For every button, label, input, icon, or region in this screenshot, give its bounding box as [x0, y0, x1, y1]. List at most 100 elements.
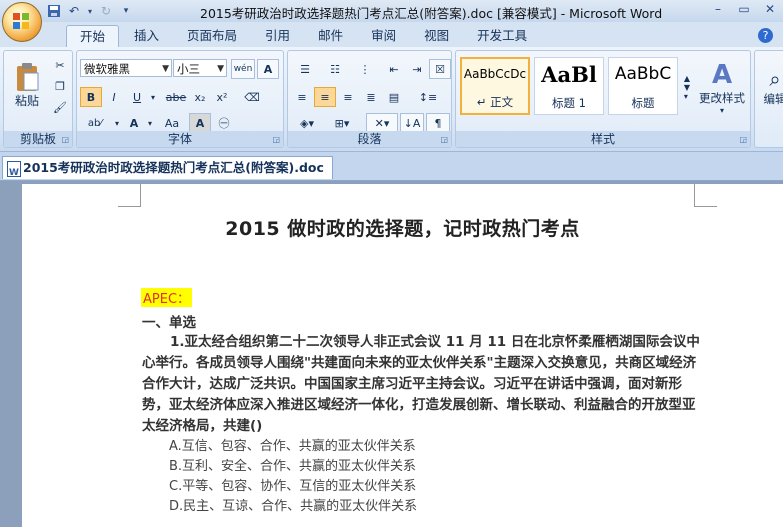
binoculars-icon: ⌕	[769, 67, 781, 91]
style-sample: AaBl	[541, 62, 597, 87]
chevron-down-icon[interactable]: ▾	[111, 113, 123, 133]
change-styles-button[interactable]: A 更改样式 ▾	[694, 55, 750, 119]
paragraph-group-label: 段落	[288, 131, 451, 147]
redo-icon[interactable]: ↻	[98, 3, 114, 19]
copy-icon[interactable]: ❐	[50, 76, 70, 96]
document-heading: 2015 做时政的选择题，记时政热门考点	[225, 218, 580, 240]
chevron-down-icon[interactable]: ▼	[217, 60, 224, 78]
option-b: B.互利、安全、合作、共赢的亚太伙伴关系	[169, 459, 417, 474]
show-marks-icon[interactable]: ¶	[426, 113, 450, 133]
tab-developer[interactable]: 开发工具	[464, 25, 540, 47]
multilevel-list-icon[interactable]: ⋮	[351, 59, 379, 79]
align-left-icon[interactable]: ≡	[291, 87, 313, 107]
font-name-combo[interactable]: 微软雅黑 ▼	[80, 59, 172, 77]
tab-insert[interactable]: 插入	[121, 25, 172, 47]
minimize-button[interactable]: –	[705, 0, 731, 18]
tab-references[interactable]: 引用	[252, 25, 303, 47]
pinyin-guide-icon[interactable]: wén	[231, 59, 255, 79]
paste-button[interactable]: 粘贴	[6, 55, 48, 115]
line-spacing-icon[interactable]: ↕≡	[412, 87, 444, 107]
ribbon-tabs: 开始 插入 页面布局 引用 邮件 审阅 视图 开发工具	[66, 25, 540, 48]
editing-group: ⌕ 编辑	[754, 50, 783, 148]
paragraph-group: ☰ ☷ ⋮ ⇤ ⇥ ☒ ≡ ≡ ≡ ≣ ▤ ↕≡ ◈▾ ⊞▾ ✕▾ ↓A ¶ 段…	[287, 50, 452, 148]
save-icon[interactable]	[46, 3, 62, 19]
chevron-down-icon[interactable]: ▼	[162, 60, 169, 78]
paragraph-dialog-launcher-icon[interactable]: ◲	[440, 135, 448, 144]
style-heading-1[interactable]: AaBl 标题 1	[534, 57, 604, 115]
cut-icon[interactable]: ✂	[50, 55, 70, 75]
shading-icon[interactable]: ◈▾	[291, 113, 323, 133]
clipboard-dialog-launcher-icon[interactable]: ◲	[61, 135, 69, 144]
style-normal[interactable]: AaBbCcDc ↵ 正文	[460, 57, 530, 115]
font-group: 微软雅黑 ▼ 小三 ▼ wén A B I U ▾ abe x₂ x² ⌫ ab…	[76, 50, 284, 148]
sort-az-icon[interactable]: ↓A	[400, 113, 424, 133]
increase-indent-icon[interactable]: ⇥	[406, 59, 428, 79]
undo-dropdown-icon[interactable]: ▾	[86, 3, 94, 19]
chinese-layout-icon[interactable]: ☒	[429, 59, 451, 79]
justify-icon[interactable]: ≣	[360, 87, 382, 107]
editing-label: 编辑	[763, 92, 783, 106]
tab-mailings[interactable]: 邮件	[305, 25, 356, 47]
distributed-icon[interactable]: ▤	[383, 87, 405, 107]
character-shading-icon[interactable]: A	[189, 113, 211, 133]
enclose-characters-icon[interactable]: ㊀	[213, 113, 235, 133]
align-center-icon[interactable]: ≡	[314, 87, 336, 107]
office-button[interactable]	[2, 2, 42, 42]
bullets-icon[interactable]: ☰	[291, 59, 319, 79]
style-sample: AaBbC	[614, 64, 672, 84]
undo-icon[interactable]: ↶	[66, 3, 82, 19]
option-a: A.互信、包容、合作、共赢的亚太伙伴关系	[169, 439, 416, 454]
office-logo-icon	[13, 13, 29, 29]
editing-button[interactable]: ⌕ 编辑	[757, 55, 783, 119]
tab-view[interactable]: 视图	[411, 25, 462, 47]
maximize-button[interactable]: ▭	[731, 0, 757, 18]
font-group-label: 字体	[77, 131, 283, 147]
tab-home[interactable]: 开始	[66, 25, 120, 48]
chevron-down-icon[interactable]: ▾	[147, 87, 159, 107]
document-tab-bar: 2015考研政治时政选择题热门考点汇总(附答案).doc	[0, 152, 783, 184]
chevron-down-icon[interactable]: ▾	[144, 113, 156, 133]
sort-icon[interactable]: ✕▾	[366, 113, 398, 133]
document-tab[interactable]: 2015考研政治时政选择题热门考点汇总(附答案).doc	[2, 156, 333, 184]
document-page[interactable]: 2015 做时政的选择题，记时政热门考点 APEC： 一、单选 1.亚太经合组织…	[22, 184, 783, 527]
clear-formatting-icon[interactable]: ⌫	[239, 87, 265, 107]
subscript-button[interactable]: x₂	[189, 87, 211, 107]
styles-scroll[interactable]: ▲ ▼ ▾	[680, 57, 694, 117]
styles-group: AaBbCcDc ↵ 正文 AaBl 标题 1 AaBbC 标题 ▲ ▼ ▾ A 更…	[455, 50, 751, 148]
align-right-icon[interactable]: ≡	[337, 87, 359, 107]
character-border-icon[interactable]: A	[257, 59, 279, 79]
bold-button[interactable]: B	[80, 87, 102, 107]
change-case-button[interactable]: Aa	[157, 113, 187, 133]
borders-icon[interactable]: ⊞▾	[326, 113, 358, 133]
font-size-combo[interactable]: 小三 ▼	[173, 59, 227, 77]
paste-label: 粘贴	[14, 93, 39, 108]
window-title: 2015考研政治时政选择题热门考点汇总(附答案).doc [兼容模式] - Mi…	[200, 6, 663, 21]
crop-mark	[118, 184, 141, 207]
italic-button[interactable]: I	[103, 87, 125, 107]
decrease-indent-icon[interactable]: ⇤	[383, 59, 405, 79]
format-painter-icon[interactable]: 🖌	[50, 97, 70, 117]
chevron-down-icon: ▾	[719, 105, 724, 115]
tab-review[interactable]: 审阅	[358, 25, 409, 47]
clipboard-icon	[17, 62, 39, 91]
clipboard-group: 粘贴 ✂ ❐ 🖌 剪贴板 ◲	[3, 50, 73, 148]
underline-button[interactable]: U	[126, 87, 148, 107]
crop-mark	[694, 184, 717, 207]
strikethrough-button[interactable]: abe	[163, 87, 189, 107]
option-c: C.平等、包容、协作、互信的亚太伙伴关系	[169, 479, 417, 494]
customize-icon[interactable]: ▾	[118, 3, 134, 19]
help-icon[interactable]: ?	[758, 28, 773, 43]
question-text: 1.亚太经合组织第二十二次领导人非正式会议 11 月 11 日在北京怀柔雁栖湖国…	[142, 334, 700, 434]
style-name: 标题 1	[552, 96, 586, 110]
window-controls: – ▭ ✕	[705, 0, 783, 20]
styles-dialog-launcher-icon[interactable]: ◲	[739, 135, 747, 144]
section-label: APEC：	[141, 288, 193, 307]
tab-page-layout[interactable]: 页面布局	[174, 25, 250, 47]
close-button[interactable]: ✕	[757, 0, 783, 18]
numbering-icon[interactable]: ☷	[321, 59, 349, 79]
change-styles-icon: A	[711, 59, 733, 90]
style-title[interactable]: AaBbC 标题	[608, 57, 678, 115]
word-document-icon	[7, 161, 21, 184]
superscript-button[interactable]: x²	[211, 87, 233, 107]
font-dialog-launcher-icon[interactable]: ◲	[272, 135, 280, 144]
